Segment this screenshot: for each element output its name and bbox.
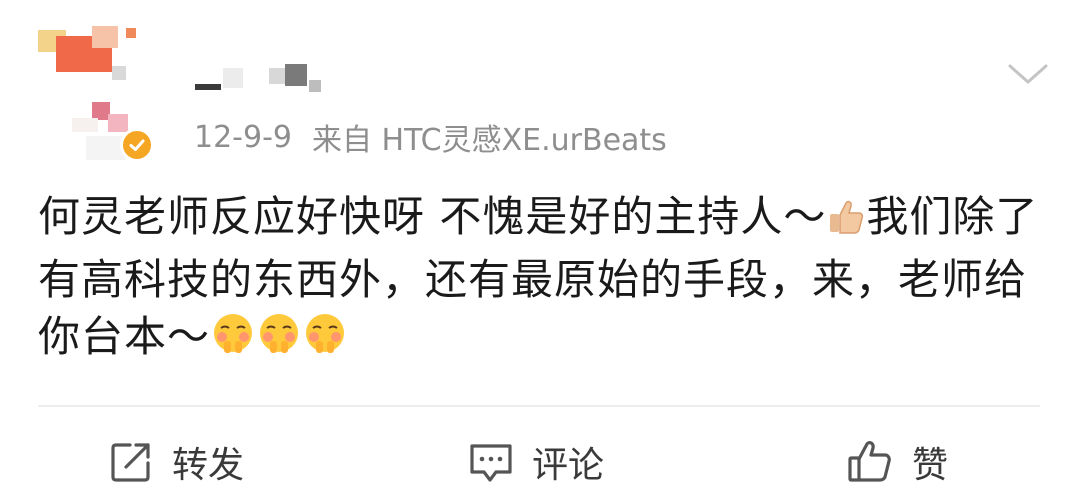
comment-label: 评论 — [532, 445, 605, 486]
like-label: 赞 — [912, 445, 949, 486]
like-button[interactable]: 赞 — [846, 436, 948, 488]
shy-face-emoji-icon — [302, 311, 348, 371]
username-blurred[interactable] — [185, 62, 325, 102]
thumbs-up-icon — [846, 438, 894, 486]
chevron-down-icon[interactable] — [1004, 50, 1052, 98]
post-text-part-1: 何灵老师反应好快呀 不愧是好的主持人～ — [38, 192, 827, 241]
post-source[interactable]: 来自 HTC灵感XE.urBeats — [312, 115, 667, 159]
repost-icon — [108, 439, 154, 485]
thumbs-up-emoji-icon — [826, 194, 866, 251]
shy-face-emoji-icon — [256, 311, 302, 371]
repost-label: 转发 — [172, 445, 245, 486]
verified-badge-icon — [120, 128, 154, 162]
post-body: 何灵老师反应好快呀 不愧是好的主持人～ 我们除了有高科技的东西外，还有最原始的手… — [38, 188, 1048, 371]
post-timestamp: 12-9-9 — [194, 119, 292, 155]
comment-icon — [468, 439, 514, 485]
post-meta: 12-9-9 来自 HTC灵感XE.urBeats — [194, 115, 667, 159]
shy-face-emoji-icon — [210, 311, 256, 371]
divider — [38, 405, 1040, 407]
repost-button[interactable]: 转发 — [108, 436, 244, 488]
comment-button[interactable]: 评论 — [468, 436, 604, 488]
